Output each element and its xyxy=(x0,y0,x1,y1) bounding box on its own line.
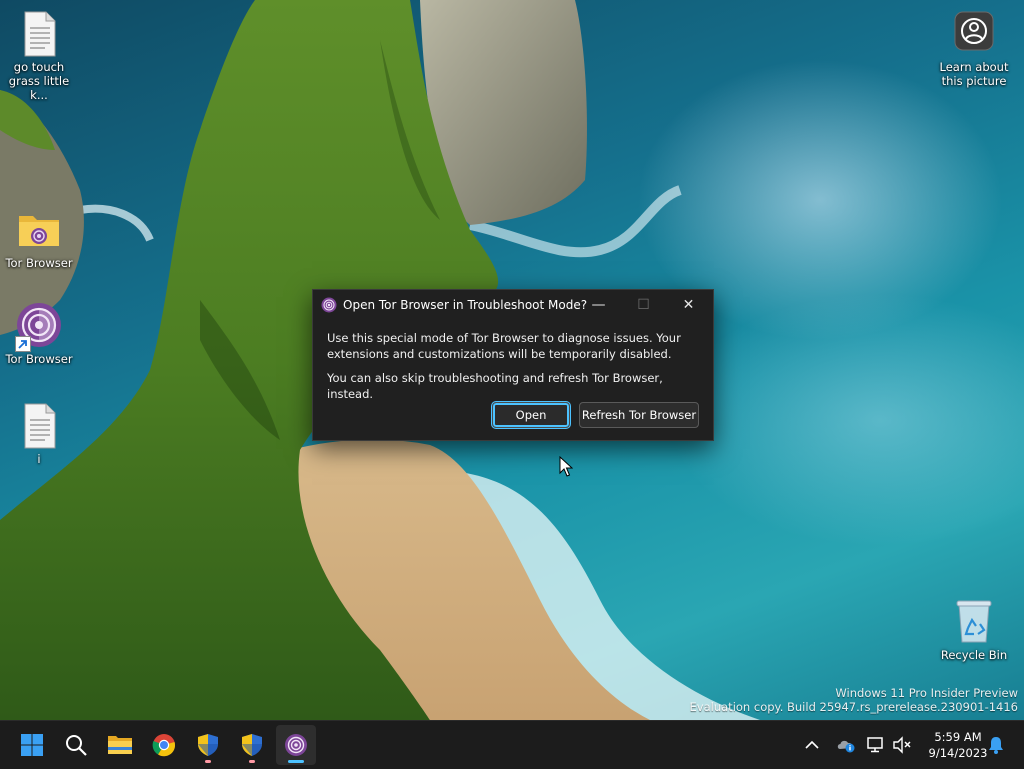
desktop-icon-label: go touch grass little k... xyxy=(8,60,70,102)
desktop-icon-learn-about-picture[interactable]: Learn about this picture xyxy=(936,10,1012,88)
close-button[interactable]: ✕ xyxy=(666,290,711,320)
taskbar-file-explorer[interactable] xyxy=(100,725,140,765)
desktop-icon-label: Tor Browser xyxy=(5,352,73,366)
desktop-icon-label: i xyxy=(37,452,41,466)
maximize-icon: ☐ xyxy=(637,297,650,313)
windows-watermark: Windows 11 Pro Insider Preview Evaluatio… xyxy=(690,686,1018,714)
folder-icon xyxy=(15,206,63,254)
network-icon xyxy=(867,737,883,753)
network-tray-icon[interactable] xyxy=(864,721,888,769)
watermark-line-1: Windows 11 Pro Insider Preview xyxy=(835,686,1018,700)
cloud-info-icon xyxy=(837,740,855,753)
running-indicator xyxy=(249,760,255,763)
taskbar-tor-browser[interactable] xyxy=(276,725,316,765)
camera-icon xyxy=(950,10,998,58)
watermark-line-2: Evaluation copy. Build 25947.rs_prerelea… xyxy=(689,700,1018,714)
mouse-cursor-icon xyxy=(559,456,573,477)
desktop-icon-text-file-i[interactable]: i xyxy=(1,402,77,466)
tor-browser-icon xyxy=(321,297,337,313)
tor-browser-icon xyxy=(285,734,307,756)
uac-shield-icon xyxy=(198,734,218,756)
folder-icon xyxy=(108,736,132,754)
desktop-icon-label: Learn about this picture xyxy=(939,60,1009,88)
search-icon xyxy=(66,735,87,756)
dialog-titlebar[interactable]: Open Tor Browser in Troubleshoot Mode? —… xyxy=(313,290,713,320)
notifications-button[interactable] xyxy=(984,721,1008,769)
active-indicator xyxy=(288,760,304,763)
dialog-buttons: Open Refresh Tor Browser xyxy=(492,402,699,428)
open-button[interactable]: Open xyxy=(492,402,570,428)
text-file-icon xyxy=(15,402,63,450)
desktop-icon-tor-browser-folder[interactable]: Tor Browser xyxy=(1,206,77,270)
show-hidden-icons-button[interactable] xyxy=(800,721,824,769)
uac-shield-icon xyxy=(242,734,262,756)
dialog-message-primary: Use this special mode of Tor Browser to … xyxy=(327,331,681,361)
taskbar-security-shield-1[interactable] xyxy=(188,725,228,765)
taskbar-start-button[interactable] xyxy=(12,725,52,765)
minimize-button[interactable]: — xyxy=(576,290,621,320)
maximize-button: ☐ xyxy=(621,290,666,320)
recycle-bin-icon xyxy=(950,598,998,646)
desktop-icon-tor-browser-shortcut[interactable]: Tor Browser xyxy=(1,302,77,366)
windows-start-icon xyxy=(21,734,43,756)
desktop-icon-text-file-go-touch-grass[interactable]: go touch grass little k... xyxy=(1,10,77,102)
dialog-message-secondary: You can also skip troubleshooting and re… xyxy=(327,371,663,401)
taskbar-search-button[interactable] xyxy=(56,725,96,765)
chevron-up-icon xyxy=(805,740,819,749)
taskbar: 5:59 AM 9/14/2023 xyxy=(0,720,1024,769)
chrome-icon xyxy=(152,734,176,757)
troubleshoot-mode-dialog[interactable]: Open Tor Browser in Troubleshoot Mode? —… xyxy=(312,289,714,441)
tor-browser-icon xyxy=(15,302,63,352)
taskbar-security-shield-2[interactable] xyxy=(232,725,272,765)
bell-icon xyxy=(989,737,1003,754)
onedrive-tray-icon[interactable] xyxy=(834,721,858,769)
volume-muted-icon xyxy=(893,736,911,754)
desktop-icon-recycle-bin[interactable]: Recycle Bin xyxy=(936,598,1012,662)
desktop-icon-label: Tor Browser xyxy=(5,256,73,270)
minimize-icon: — xyxy=(591,297,606,313)
text-file-icon xyxy=(15,10,63,58)
desktop-icon-label: Recycle Bin xyxy=(940,648,1008,662)
dialog-body: Use this special mode of Tor Browser to … xyxy=(313,320,713,402)
taskbar-chrome[interactable] xyxy=(144,725,184,765)
dialog-title: Open Tor Browser in Troubleshoot Mode? xyxy=(343,298,588,312)
close-icon: ✕ xyxy=(682,297,695,313)
refresh-tor-browser-button[interactable]: Refresh Tor Browser xyxy=(579,402,699,428)
shortcut-arrow-icon xyxy=(15,336,31,352)
volume-tray-icon[interactable] xyxy=(890,721,914,769)
running-indicator xyxy=(205,760,211,763)
